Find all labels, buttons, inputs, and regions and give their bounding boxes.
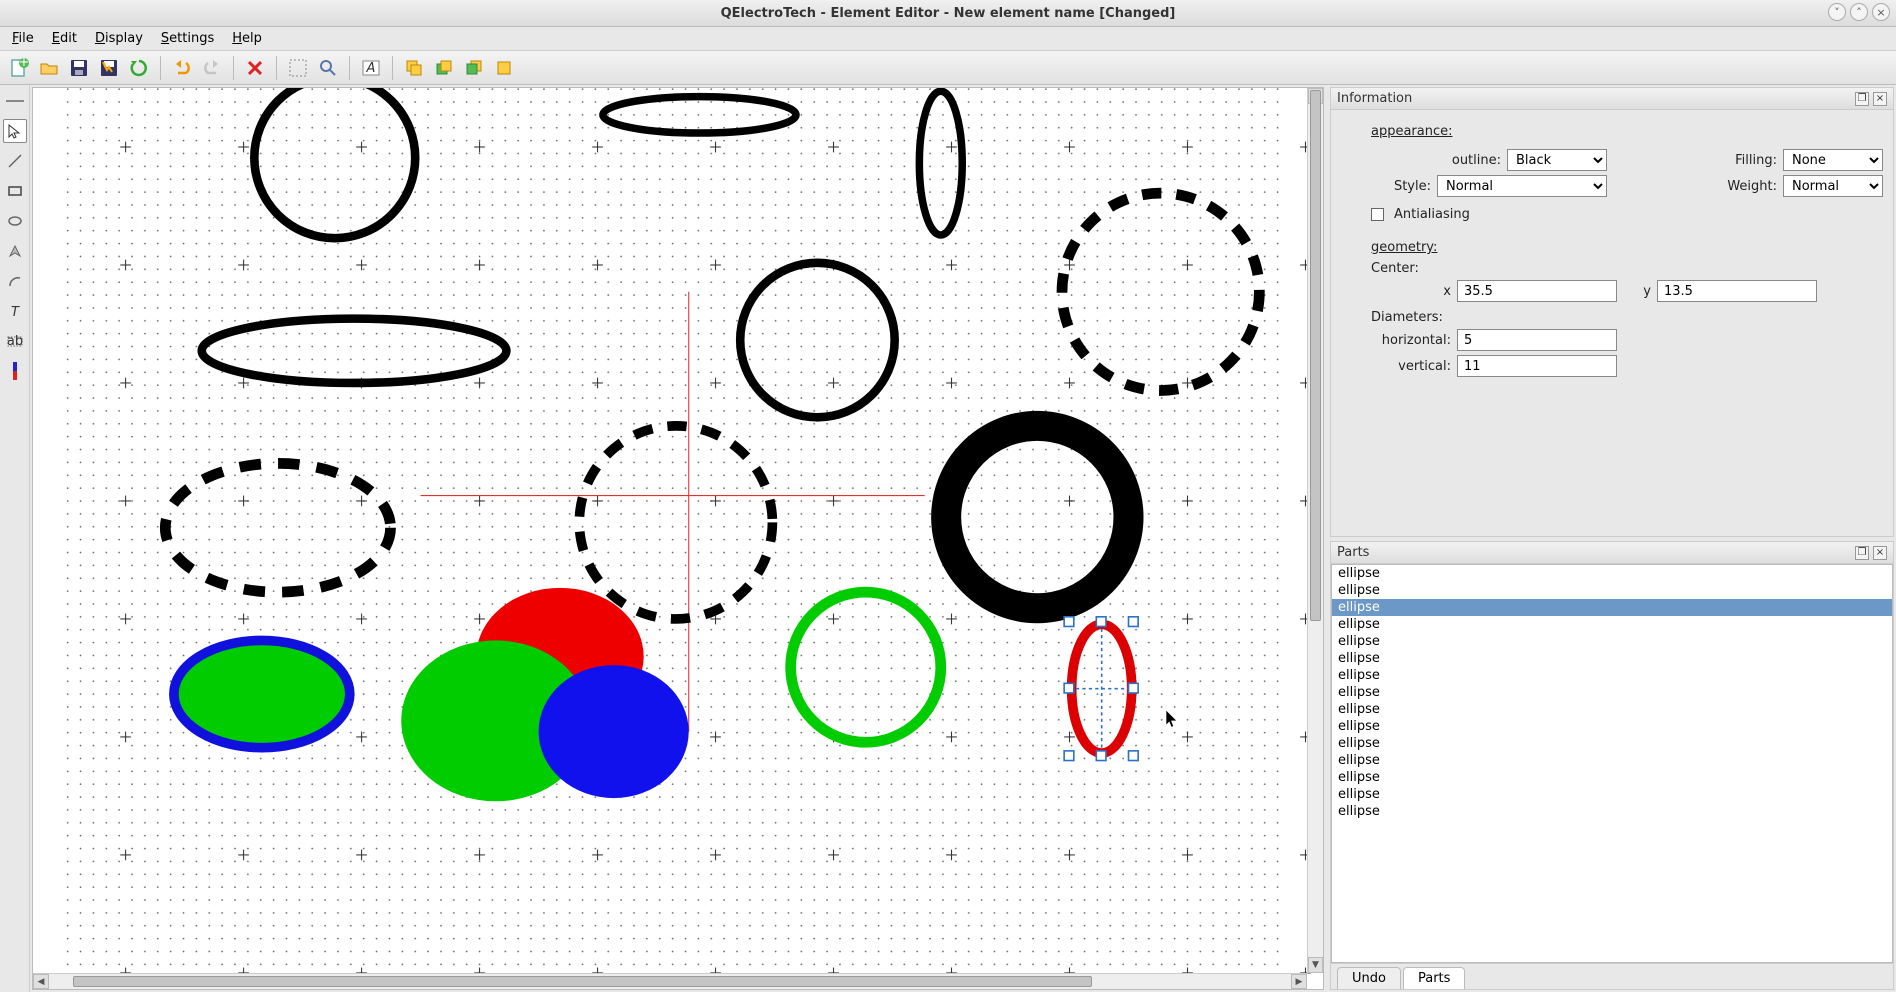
window-close-button[interactable]: × [1872, 3, 1890, 21]
panel-undock-button[interactable]: ❐ [1855, 92, 1869, 106]
svg-text:A: A [366, 61, 376, 76]
tool-line-icon[interactable] [3, 149, 27, 173]
parts-list-item[interactable]: ellipse [1332, 684, 1892, 701]
parts-panel: Parts ❐ × ellipseellipseellipseellipseel… [1330, 541, 1894, 990]
information-panel: Information ❐ × appearance: outline: Bla… [1330, 87, 1894, 537]
tool-textfield-icon[interactable]: ab [3, 329, 27, 353]
information-panel-title: Information [1337, 91, 1412, 106]
toolbar-delete-icon[interactable] [242, 55, 268, 81]
parts-list-item[interactable]: ellipse [1332, 616, 1892, 633]
parts-list-item[interactable]: ellipse [1332, 701, 1892, 718]
toolbar-copy-icon[interactable] [401, 55, 427, 81]
tool-ellipse-icon[interactable] [3, 209, 27, 233]
geometry-section-label: geometry: [1371, 240, 1883, 255]
style-label: Style: [1341, 179, 1431, 194]
tool-terminal-icon[interactable] [3, 359, 27, 383]
tool-select-icon[interactable] [3, 119, 27, 143]
window-title: QElectroTech - Element Editor - New elem… [721, 6, 1176, 21]
toolbar-back-icon[interactable] [491, 55, 517, 81]
parts-list-item[interactable]: ellipse [1332, 565, 1892, 582]
outline-select[interactable]: Black [1507, 149, 1607, 171]
toolbar-open-icon[interactable] [36, 55, 62, 81]
parts-tabbar: Undo Parts [1331, 963, 1893, 989]
tool-polygon-icon[interactable] [3, 239, 27, 263]
menu-help[interactable]: Help [224, 29, 270, 48]
center-label: Center: [1371, 261, 1883, 276]
svg-text:T: T [11, 305, 20, 319]
toolbar-reload-icon[interactable] [126, 55, 152, 81]
canvas-area: ▲ ▼ ◀ ▶ [30, 85, 1326, 992]
filling-select[interactable]: None [1783, 149, 1883, 171]
tab-undo[interactable]: Undo [1337, 967, 1401, 989]
style-select[interactable]: Normal [1437, 175, 1607, 197]
toolbar-save-icon[interactable] [66, 55, 92, 81]
canvas-scrollbar-horizontal[interactable]: ◀ ▶ [33, 973, 1307, 989]
outline-label: outline: [1411, 153, 1501, 168]
weight-select[interactable]: Normal [1783, 175, 1883, 197]
parts-list-item[interactable]: ellipse [1332, 803, 1892, 820]
window-titlebar: QElectroTech - Element Editor - New elem… [0, 0, 1896, 27]
panel-undock-button[interactable]: ❐ [1855, 546, 1869, 560]
weight-label: Weight: [1707, 179, 1777, 194]
canvas-scrollbar-vertical[interactable]: ▲ ▼ [1307, 88, 1323, 973]
parts-list-item[interactable]: ellipse [1332, 582, 1892, 599]
tool-strip: T ab [0, 85, 30, 992]
horizontal-label: horizontal: [1371, 333, 1451, 348]
svg-text:ab: ab [7, 334, 23, 349]
toolbar-redo-icon[interactable] [199, 55, 225, 81]
parts-list-item[interactable]: ellipse [1332, 786, 1892, 803]
toolbar-names-icon[interactable]: A [358, 55, 384, 81]
center-y-input[interactable] [1657, 280, 1817, 302]
menu-settings[interactable]: Settings [153, 29, 222, 48]
antialias-checkbox[interactable] [1371, 208, 1384, 221]
parts-list-item[interactable]: ellipse [1332, 752, 1892, 769]
tool-rectangle-icon[interactable] [3, 179, 27, 203]
parts-list-item[interactable]: ellipse [1332, 633, 1892, 650]
vertical-input[interactable] [1457, 355, 1617, 377]
toolbar-select-all-icon[interactable] [285, 55, 311, 81]
y-label: y [1631, 284, 1651, 299]
vertical-label: vertical: [1371, 359, 1451, 374]
tab-parts[interactable]: Parts [1403, 967, 1465, 989]
toolbar-saveas-icon[interactable] [96, 55, 122, 81]
x-label: x [1371, 284, 1451, 299]
menu-edit[interactable]: Edit [44, 29, 85, 48]
parts-list-item[interactable]: ellipse [1332, 735, 1892, 752]
parts-list-item[interactable]: ellipse [1332, 667, 1892, 684]
diameters-label: Diameters: [1371, 310, 1883, 325]
canvas[interactable]: ▲ ▼ ◀ ▶ [32, 87, 1324, 990]
panel-close-button[interactable]: × [1873, 92, 1887, 106]
filling-label: Filling: [1707, 153, 1777, 168]
parts-list-item[interactable]: ellipse [1332, 769, 1892, 786]
window-minimize-button[interactable]: ˅ [1828, 3, 1846, 21]
antialias-label: Antialiasing [1394, 207, 1470, 222]
menubar: File Edit Display Settings Help [0, 27, 1896, 51]
appearance-section-label: appearance: [1371, 124, 1883, 139]
menu-display[interactable]: Display [87, 29, 151, 48]
tool-handle-icon[interactable] [3, 89, 27, 113]
toolbar: + A [0, 51, 1896, 85]
toolbar-undo-icon[interactable] [169, 55, 195, 81]
parts-list-item[interactable]: ellipse [1332, 718, 1892, 735]
panel-close-button[interactable]: × [1873, 546, 1887, 560]
horizontal-input[interactable] [1457, 329, 1617, 351]
tool-arc-icon[interactable] [3, 269, 27, 293]
toolbar-zoom-icon[interactable] [315, 55, 341, 81]
toolbar-bring-forward-icon[interactable] [431, 55, 457, 81]
parts-panel-title: Parts [1337, 545, 1369, 560]
tool-text-icon[interactable]: T [3, 299, 27, 323]
center-x-input[interactable] [1457, 280, 1617, 302]
menu-file[interactable]: File [4, 29, 42, 48]
svg-text:+: + [19, 58, 29, 70]
parts-list[interactable]: ellipseellipseellipseellipseellipseellip… [1331, 564, 1893, 963]
toolbar-new-icon[interactable]: + [6, 55, 32, 81]
toolbar-send-backward-icon[interactable] [461, 55, 487, 81]
window-maximize-button[interactable]: ˄ [1850, 3, 1868, 21]
parts-list-item[interactable]: ellipse [1332, 650, 1892, 667]
parts-list-item[interactable]: ellipse [1332, 599, 1892, 616]
